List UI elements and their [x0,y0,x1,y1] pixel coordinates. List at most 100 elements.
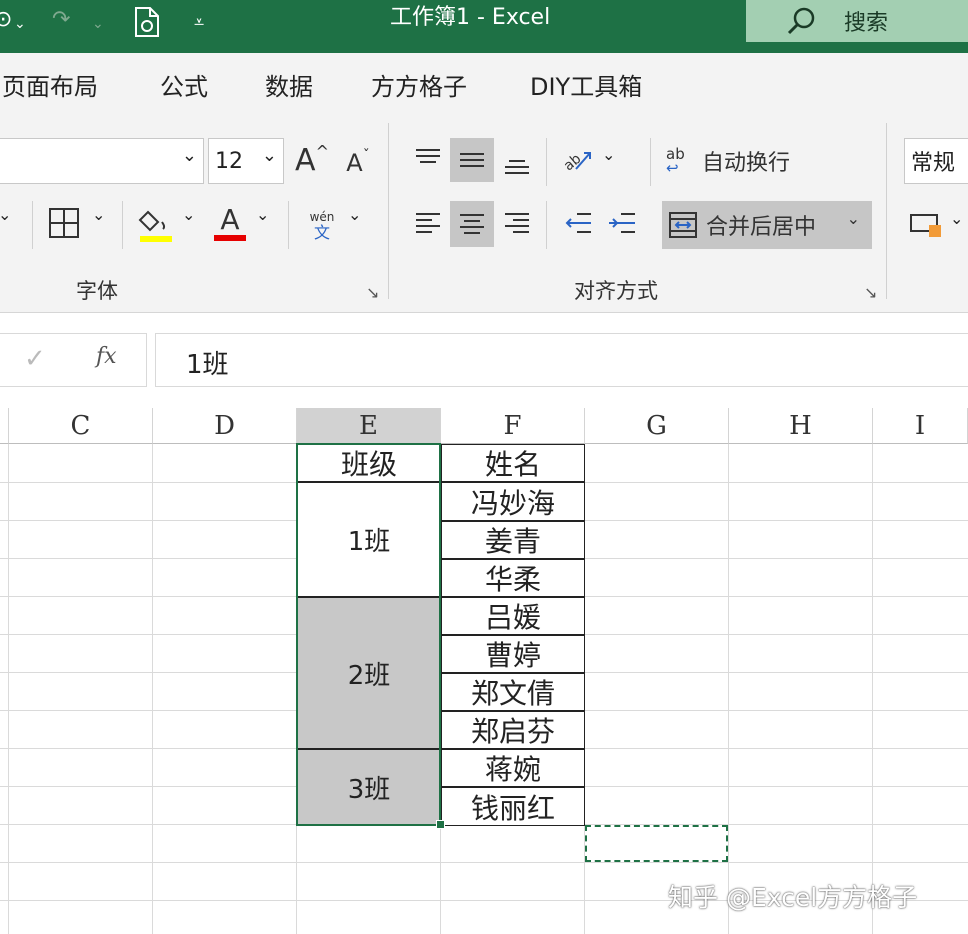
chevron-down-icon[interactable]: ⌄ [182,145,197,166]
formula-value: 1班 [186,350,229,380]
divider [650,138,651,186]
increase-indent-icon[interactable] [602,201,642,245]
watermark: 知乎 @Excel方方格子 [668,883,918,912]
font-color-swatch [214,235,246,241]
name-cell[interactable]: 姜青 [441,521,585,559]
borders-icon[interactable] [44,203,84,243]
font-group-label: 字体 [76,279,118,303]
column-header-f[interactable]: F [441,408,585,444]
font-name-combo[interactable]: ⌄ [0,138,204,184]
font-dialog-launcher-icon[interactable]: ↘ [366,283,379,302]
font-color-label: A [220,203,240,236]
wrap-text-label: 自动换行 [702,151,791,176]
column-header-c[interactable]: C [9,408,153,444]
insert-function-icon[interactable]: fx [96,344,117,369]
print-preview-icon[interactable] [132,6,162,46]
search-box[interactable]: 搜索 [746,0,968,42]
merged-cell-class-3[interactable]: 3班 [297,749,441,826]
alignment-group-label: 对齐方式 [574,279,658,303]
title-bar: ⊙ ⌄ ↷ ⌄ ⩡ 工作簿1 - Excel 搜索 [0,0,968,53]
merged-cell-class-1[interactable]: 1班 [297,482,441,597]
gridline [8,444,9,934]
font-size-combo[interactable]: 12 ⌄ [208,138,284,184]
chevron-down-icon[interactable]: ⌄ [14,10,26,38]
chevron-down-icon[interactable]: ⌄ [92,10,104,38]
fill-handle[interactable] [436,820,445,829]
tab-data[interactable]: 数据 [265,67,313,102]
wrap-text-button[interactable]: ab ↩ 自动换行 [666,139,806,183]
decrease-indent-icon[interactable] [558,201,598,245]
wrap-text-icon: ab ↩ [666,145,685,177]
chevron-down-icon[interactable]: ⌄ [256,205,269,224]
phonetic-bottom: 文 [313,223,330,242]
shrink-font-label: A [346,149,363,177]
merge-center-icon [669,212,697,238]
name-cell[interactable]: 曹婷 [441,635,585,673]
phonetic-button[interactable]: wén 文 [302,203,342,247]
formula-input[interactable]: 1班 [155,333,968,387]
align-bottom-icon[interactable] [497,143,537,187]
tab-fangfang[interactable]: 方方格子 [371,67,467,102]
name-cell[interactable]: 蒋婉 [441,749,585,787]
name-cell[interactable]: 华柔 [441,559,585,597]
align-left-icon[interactable] [408,201,448,245]
customize-toolbar-icon[interactable]: ⩡ [194,9,204,37]
chevron-down-icon[interactable]: ⌄ [92,205,105,224]
merged-cell-class-2[interactable]: 2班 [297,597,441,749]
tab-formulas[interactable]: 公式 [160,67,208,102]
column-header-g[interactable]: G [585,408,729,444]
ribbon-tabs: 页面布局 公式 数据 方方格子 DIY工具箱 [0,53,968,113]
chevron-down-icon[interactable]: ⌄ [950,209,963,228]
chevron-down-icon[interactable]: ⌄ [602,145,615,164]
gridline [872,444,873,934]
shrink-font-button[interactable]: Aˇ [340,143,376,183]
divider [122,201,123,249]
align-right-icon[interactable] [497,201,537,245]
currency-format-icon[interactable] [906,205,946,245]
tab-page-layout[interactable]: 页面布局 [2,67,98,102]
name-cell[interactable]: 吕媛 [441,597,585,635]
divider [886,123,887,299]
align-center-icon[interactable] [450,201,494,247]
column-header-e[interactable]: E [297,408,441,444]
redo-icon[interactable]: ↷ [52,6,70,34]
chevron-down-icon[interactable]: ⌄ [348,205,361,224]
column-header-i[interactable]: I [873,408,968,444]
column-header-d[interactable]: D [153,408,297,444]
caret-up-icon: ^ [315,141,329,161]
autosave-icon[interactable]: ⊙ [0,6,12,34]
caret-down-icon: ˇ [362,148,370,164]
column-header-partial[interactable] [0,408,9,444]
name-cell[interactable]: 钱丽红 [441,787,585,826]
alignment-dialog-launcher-icon[interactable]: ↘ [864,283,877,302]
number-format-value: 常规 [911,151,956,176]
window-title: 工作簿1 - Excel [390,5,551,30]
tab-diy-toolbox[interactable]: DIY工具箱 [530,67,642,102]
name-cell[interactable]: 冯妙海 [441,482,585,521]
gridline [152,444,153,934]
fill-color-icon[interactable] [136,203,176,245]
merge-center-label: 合并后居中 [706,215,817,240]
font-size-value: 12 [215,148,243,174]
grow-font-button[interactable]: A ^ [292,138,332,182]
divider [546,138,547,186]
search-label: 搜索 [844,11,889,36]
column-header-h[interactable]: H [729,408,873,444]
name-cell[interactable]: 郑启芬 [441,711,585,749]
chevron-down-icon[interactable]: ⌄ [0,205,11,224]
orientation-icon[interactable]: ab [558,138,598,182]
merge-center-button[interactable]: 合并后居中 ⌄ [662,201,872,249]
name-cell[interactable]: 郑文倩 [441,673,585,711]
divider [288,201,289,249]
formula-bar: ✓ fx 1班 [0,313,968,408]
font-color-button[interactable]: A [210,201,250,245]
align-top-icon[interactable] [408,136,448,180]
number-format-combo[interactable]: 常规 [904,138,968,184]
gridline [728,444,729,934]
chevron-down-icon[interactable]: ⌄ [182,205,195,224]
chevron-down-icon[interactable]: ⌄ [847,209,860,228]
cell-f-header[interactable]: 姓名 [441,444,585,482]
cell-e-header[interactable]: 班级 [297,444,441,482]
enter-check-icon[interactable]: ✓ [24,344,46,374]
align-middle-icon[interactable] [450,138,494,182]
